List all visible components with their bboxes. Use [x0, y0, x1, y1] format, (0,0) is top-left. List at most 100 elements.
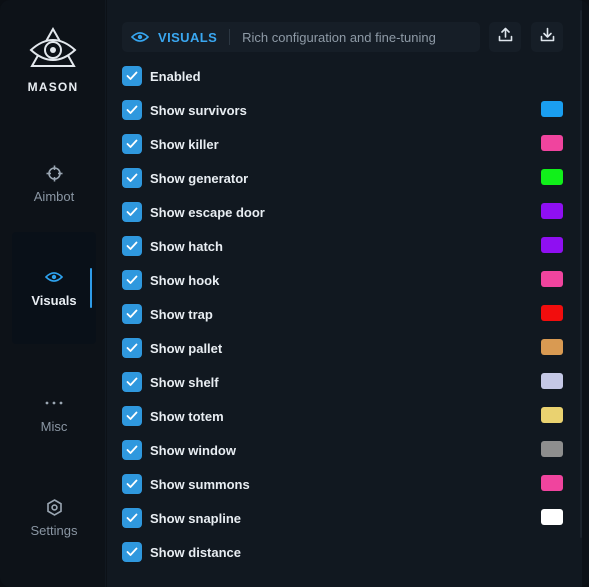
checkbox[interactable]: [122, 270, 142, 290]
option-label: Show pallet: [150, 340, 223, 356]
app-window: MASON Aimbot Visuals Misc Settings VISUA…: [0, 0, 589, 587]
active-indicator: [90, 268, 92, 308]
color-swatch[interactable]: [541, 407, 563, 423]
section-subtitle: Rich configuration and fine-tuning: [242, 29, 436, 45]
option-label: Show totem: [150, 408, 224, 424]
sidebar-item-label: Visuals: [31, 293, 77, 308]
color-swatch[interactable]: [541, 101, 563, 117]
sidebar-item-label: Aimbot: [33, 189, 75, 204]
checkbox[interactable]: [122, 100, 142, 120]
checkbox[interactable]: [122, 202, 142, 222]
color-swatch[interactable]: [541, 237, 563, 253]
option-label: Show shelf: [150, 374, 219, 390]
section-header: VISUALS Rich configuration and fine-tuni…: [122, 22, 480, 52]
checkbox[interactable]: [122, 542, 142, 562]
sidebar: MASON Aimbot Visuals Misc Settings: [0, 0, 106, 587]
checkbox[interactable]: [122, 304, 142, 324]
option-row[interactable]: Show summons: [122, 473, 563, 495]
sidebar-item-aimbot[interactable]: Aimbot: [12, 128, 96, 240]
brand: MASON: [0, 26, 106, 94]
header-divider: [229, 29, 231, 45]
option-row[interactable]: Show totem: [122, 405, 563, 427]
option-row[interactable]: Show hook: [122, 269, 563, 291]
color-swatch[interactable]: [541, 373, 563, 389]
eye-icon: [45, 268, 63, 286]
sidebar-item-visuals[interactable]: Visuals: [12, 232, 96, 344]
option-row[interactable]: Show trap: [122, 303, 563, 325]
check-icon: [126, 445, 138, 454]
checkbox[interactable]: [122, 406, 142, 426]
color-swatch[interactable]: [541, 169, 563, 185]
check-icon: [126, 71, 138, 80]
checkbox[interactable]: [122, 338, 142, 358]
sidebar-item-label: Settings: [30, 523, 78, 538]
crosshair-icon: [45, 164, 63, 182]
option-row[interactable]: Show generator: [122, 167, 563, 189]
checkbox[interactable]: [122, 236, 142, 256]
check-icon: [126, 513, 138, 522]
option-label: Show snapline: [150, 510, 242, 526]
color-swatch[interactable]: [541, 203, 563, 219]
option-row[interactable]: Show snapline: [122, 507, 563, 529]
checkbox[interactable]: [122, 440, 142, 460]
color-swatch[interactable]: [541, 339, 563, 355]
color-swatch[interactable]: [541, 271, 563, 287]
more-dots-icon: [45, 394, 63, 412]
checkbox[interactable]: [122, 168, 142, 188]
scrollbar[interactable]: [580, 10, 582, 538]
checkbox[interactable]: [122, 66, 142, 86]
option-label: Show hook: [150, 272, 220, 288]
check-icon: [126, 275, 138, 284]
color-swatch[interactable]: [541, 475, 563, 491]
sidebar-item-misc[interactable]: Misc: [12, 358, 96, 470]
option-label: Show killer: [150, 136, 219, 152]
option-label: Show summons: [150, 476, 250, 492]
logo-icon: [29, 26, 77, 67]
check-icon: [126, 241, 138, 250]
section-title: VISUALS: [158, 29, 218, 45]
color-swatch[interactable]: [541, 509, 563, 525]
color-swatch[interactable]: [541, 441, 563, 457]
export-button[interactable]: [489, 22, 521, 52]
option-row[interactable]: Show survivors: [122, 99, 563, 121]
eye-icon: [122, 22, 158, 52]
check-icon: [126, 547, 138, 556]
option-label: Show survivors: [150, 102, 247, 118]
option-row[interactable]: Show killer: [122, 133, 563, 155]
check-icon: [126, 479, 138, 488]
option-label: Enabled: [150, 68, 201, 84]
check-icon: [126, 173, 138, 182]
download-icon: [540, 27, 555, 47]
checkbox[interactable]: [122, 372, 142, 392]
option-row[interactable]: Show window: [122, 439, 563, 461]
check-icon: [126, 411, 138, 420]
option-label: Show window: [150, 442, 236, 458]
main-panel: VISUALS Rich configuration and fine-tuni…: [107, 0, 582, 587]
option-row[interactable]: Show pallet: [122, 337, 563, 359]
checkbox[interactable]: [122, 508, 142, 528]
option-label: Show hatch: [150, 238, 223, 254]
option-row[interactable]: Show shelf: [122, 371, 563, 393]
option-row[interactable]: Show escape door: [122, 201, 563, 223]
check-icon: [126, 343, 138, 352]
option-label: Show escape door: [150, 204, 265, 220]
settings-gear-icon: [45, 498, 63, 516]
option-label: Show trap: [150, 306, 213, 322]
checkbox[interactable]: [122, 474, 142, 494]
brand-name: MASON: [27, 80, 79, 94]
check-icon: [126, 139, 138, 148]
check-icon: [126, 377, 138, 386]
color-swatch[interactable]: [541, 135, 563, 151]
option-label: Show distance: [150, 544, 242, 560]
option-row[interactable]: Enabled: [122, 65, 563, 87]
upload-icon: [498, 27, 513, 47]
check-icon: [126, 207, 138, 216]
option-row[interactable]: Show distance: [122, 541, 563, 563]
import-button[interactable]: [531, 22, 563, 52]
option-label: Show generator: [150, 170, 249, 186]
sidebar-item-settings[interactable]: Settings: [12, 462, 96, 574]
option-row[interactable]: Show hatch: [122, 235, 563, 257]
color-swatch[interactable]: [541, 305, 563, 321]
sidebar-item-label: Misc: [40, 419, 68, 434]
checkbox[interactable]: [122, 134, 142, 154]
